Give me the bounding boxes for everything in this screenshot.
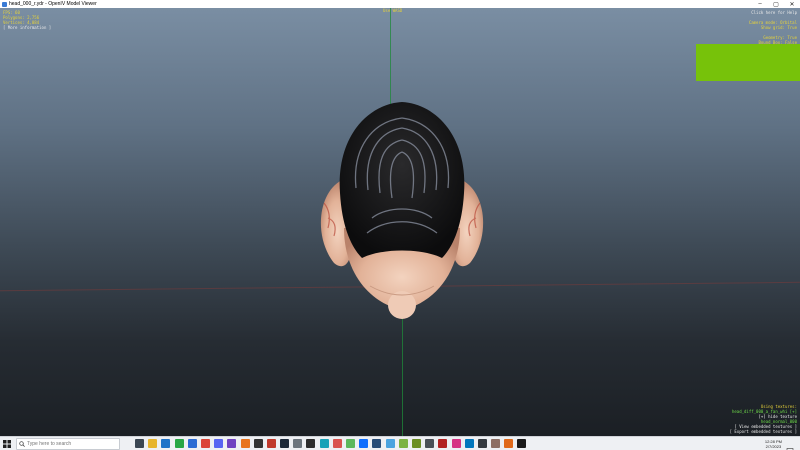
window-titlebar: head_000_r.ydr - OpenIV Model Viewer – ▢…: [0, 0, 800, 8]
task-view-icon[interactable]: [135, 439, 144, 448]
app-icon-dark[interactable]: [306, 439, 316, 448]
app-icon-blue2[interactable]: [359, 439, 369, 448]
file-explorer-icon[interactable]: [148, 439, 158, 448]
chrome-icon[interactable]: [200, 439, 210, 448]
minimize-button[interactable]: –: [752, 0, 768, 8]
clock-date: 2/7/2023: [765, 443, 782, 449]
discord-icon[interactable]: [214, 439, 224, 448]
maximize-button[interactable]: ▢: [768, 0, 784, 8]
close-button[interactable]: ✕: [784, 0, 800, 8]
app-icon-sky[interactable]: [385, 439, 395, 448]
epic-games-icon[interactable]: [253, 439, 263, 448]
pinned-apps: [135, 439, 531, 448]
help-link[interactable]: Click here for Help: [744, 10, 797, 15]
xbox-icon[interactable]: [174, 439, 184, 448]
app-icon-orange[interactable]: [240, 439, 250, 448]
head-model-render: [320, 102, 484, 319]
app-icon-charcoal[interactable]: [477, 439, 487, 448]
store-icon[interactable]: [187, 439, 197, 448]
grid-axis-vertical-lower: [402, 308, 403, 436]
app-icon-gray[interactable]: [293, 439, 303, 448]
app-icon-purple[interactable]: [227, 439, 237, 448]
app-icon-green[interactable]: [346, 439, 355, 448]
app-icon-teal[interactable]: [319, 439, 329, 448]
export-embedded-textures-link[interactable]: [ Export embedded textures ]: [730, 429, 797, 434]
more-information-link[interactable]: [ More information ]: [3, 25, 51, 30]
app-icon-slate[interactable]: [425, 439, 435, 448]
network-icon[interactable]: [748, 441, 753, 446]
app-icon-pink[interactable]: [451, 439, 461, 448]
openiv-app-icon: [2, 1, 7, 7]
openiv-icon[interactable]: [504, 439, 514, 448]
app-icon-brown[interactable]: [491, 439, 501, 448]
hud-top-left: FPS: 60 Polygons: 2,756 Vertices: 4,084 …: [3, 10, 51, 30]
chevron-up-icon[interactable]: [741, 441, 746, 446]
volume-icon[interactable]: [755, 441, 760, 446]
app-icon-navy[interactable]: [372, 439, 382, 448]
window-title: head_000_r.ydr - OpenIV Model Viewer: [9, 1, 97, 7]
steam-icon[interactable]: [280, 439, 290, 448]
model-viewport[interactable]: FPS: 60 Polygons: 2,756 Vertices: 4,084 …: [0, 8, 800, 436]
clock-time: 12:28 PM: [764, 438, 782, 444]
hair-shape: [339, 102, 465, 258]
minecraft-icon[interactable]: [411, 439, 421, 448]
taskbar: 12:28 PM 2/7/2023: [0, 436, 800, 450]
search-input[interactable]: [27, 438, 117, 449]
app-icon-blue[interactable]: [161, 439, 171, 448]
hud-top-center: Use WASD: [383, 8, 403, 13]
windows-start-icon[interactable]: [0, 437, 14, 450]
system-tray: 12:28 PM 2/7/2023: [741, 437, 800, 450]
terminal-icon[interactable]: [517, 439, 527, 448]
app-icon-lime[interactable]: [398, 439, 408, 448]
taskbar-clock[interactable]: 12:28 PM 2/7/2023: [765, 439, 782, 449]
taskbar-search[interactable]: [16, 437, 120, 450]
app-icon-ocean[interactable]: [464, 439, 474, 448]
color-preview-box[interactable]: [696, 44, 800, 81]
notification-icon[interactable]: [786, 440, 794, 450]
media-icon[interactable]: [332, 439, 342, 448]
search-icon: [17, 439, 27, 449]
app-icon-red[interactable]: [266, 439, 276, 448]
hud-bottom-right: Using textures: head_diff_000_a_fan_whi …: [730, 404, 797, 434]
app-icon-crimson[interactable]: [438, 439, 448, 448]
